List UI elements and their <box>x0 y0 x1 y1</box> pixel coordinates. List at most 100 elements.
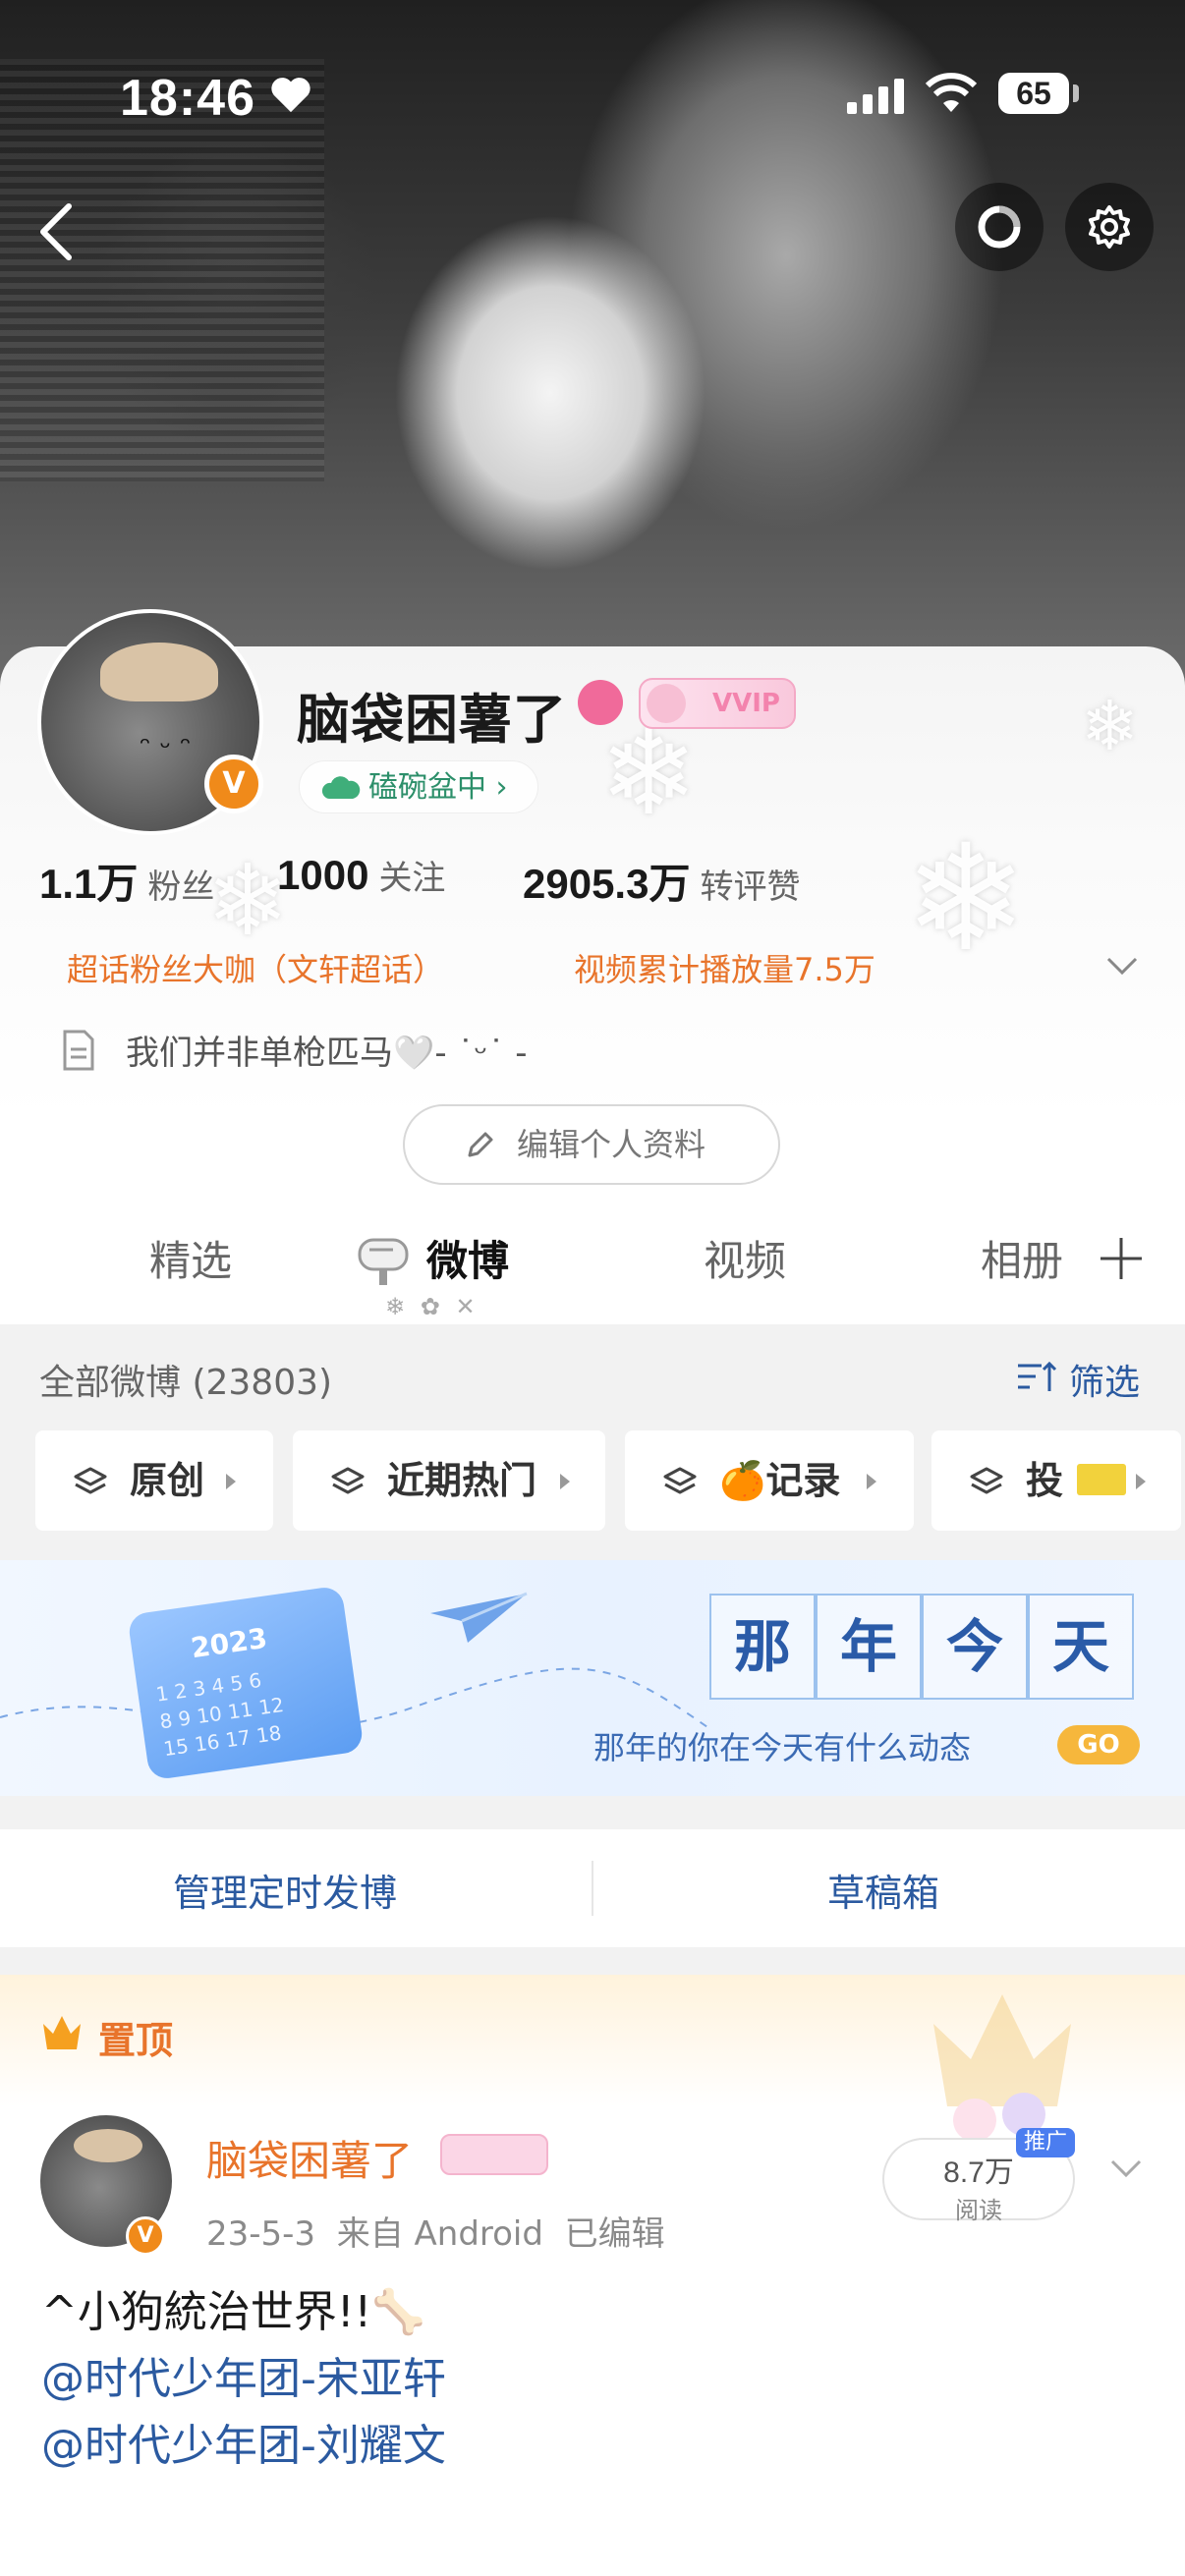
chevron-right-icon: › <box>495 770 508 805</box>
filter-icon <box>1018 1361 1057 1391</box>
document-icon <box>63 1030 94 1071</box>
mention-link[interactable]: @时代少年团-宋亚轩 <box>41 2346 446 2413</box>
stat-value: 2905.3万 <box>523 861 691 907</box>
banner-subtitle: 那年的你在今天有什么动态 <box>593 1729 972 1766</box>
promote-tag[interactable]: 推广 <box>1016 2128 1076 2157</box>
mention-link[interactable]: @时代少年团-刘耀文 <box>41 2413 446 2480</box>
battery-cap <box>1073 84 1079 102</box>
go-button[interactable]: GO <box>1057 1725 1140 1764</box>
tab-featured[interactable]: 精选 <box>149 1228 232 1288</box>
filter-button[interactable]: 筛选 <box>1016 1354 1140 1405</box>
post-date: 23-5-3 <box>206 2214 316 2254</box>
tab-video[interactable]: 视频 <box>704 1228 786 1288</box>
mailbox-icon <box>358 1238 409 1285</box>
chevron-down-icon[interactable] <box>1104 955 1140 977</box>
bear-icon <box>647 684 686 723</box>
stat-reposts-comments-likes[interactable]: 2905.3万 转评赞 <box>523 851 800 911</box>
layers-icon <box>970 1467 1003 1494</box>
banner-title-char: 年 <box>816 1594 922 1700</box>
loading-ring-icon <box>978 205 1021 249</box>
caret-right-icon <box>867 1474 876 1489</box>
bio-text: 我们并非单枪匹马🤍- ˙ᵕ˙ - <box>126 1034 528 1073</box>
caret-right-icon <box>1136 1474 1146 1489</box>
avatar-hat-decor <box>74 2129 142 2162</box>
banner-title-char: 今 <box>922 1594 1028 1700</box>
chip-record[interactable]: 🍊记录 <box>625 1430 914 1531</box>
divider <box>592 1861 593 1916</box>
avatar-hat-decor <box>100 643 218 701</box>
chip-label: 投 <box>1026 1459 1064 1502</box>
stat-followers[interactable]: 1.1万 粉丝 <box>39 851 214 911</box>
chip-label: 近期热门 <box>387 1459 537 1502</box>
chip-label: 原创 <box>130 1459 205 1502</box>
calendar-year: 2023 <box>189 1621 270 1665</box>
status-chip[interactable]: 磕碗盆中 › <box>299 760 538 813</box>
all-posts-count: 全部微博 (23803) <box>39 1363 333 1403</box>
banner-title: 那 年 今 天 <box>709 1594 1138 1700</box>
sticker-dot <box>953 2099 996 2142</box>
post-edited: 已编辑 <box>564 2214 665 2254</box>
vip-badge-icon <box>440 2134 548 2175</box>
stat-following[interactable]: 1000 关注 <box>277 851 445 899</box>
layers-icon <box>331 1467 365 1494</box>
verified-badge-icon: V <box>204 755 263 813</box>
banner-title-char: 那 <box>709 1594 816 1700</box>
chip-label: 🍊记录 <box>719 1459 841 1502</box>
read-label: 阅读 <box>955 2197 1002 2224</box>
signal-icon <box>847 79 904 114</box>
ticket-sticker-decor <box>1077 1464 1126 1495</box>
snowflake-decor: ❄ <box>1081 686 1139 766</box>
banner-title-char: 天 <box>1028 1594 1134 1700</box>
post-text-line: ^小狗統治世界!!🦴 <box>41 2287 425 2337</box>
video-plays-link[interactable]: 视频累计播放量7.5万 <box>574 945 875 990</box>
calendar-grid-decor: 1 2 3 4 5 68 9 10 11 12 15 16 17 18 <box>154 1667 286 1762</box>
tab-album[interactable]: 相册 <box>981 1228 1063 1288</box>
scheduled-posts-button[interactable]: 管理定时发博 <box>173 1863 397 1917</box>
vip-badge[interactable]: VVIP <box>639 678 796 729</box>
post-author-name[interactable]: 脑袋困薯了 <box>206 2128 413 2188</box>
super-topic-link[interactable]: 超话粉丝大咖（文轩超话） <box>67 945 444 990</box>
layers-icon <box>663 1467 697 1494</box>
tab-weibo[interactable]: 微博 <box>426 1228 509 1288</box>
battery-indicator: 65 <box>998 73 1069 114</box>
profile-username: 脑袋困薯了 <box>297 689 567 751</box>
wifi-icon <box>925 73 978 112</box>
caret-right-icon <box>226 1474 236 1489</box>
profile-avatar-wrapper[interactable]: ᵔ ᵕ ᵔ V <box>37 588 273 835</box>
status-chip-label: 磕碗盆中 <box>368 770 486 805</box>
post-actions-row: 管理定时发博 草稿箱 <box>0 1829 1185 1947</box>
plus-icon[interactable] <box>1099 1236 1144 1281</box>
on-this-day-banner[interactable]: 2023 1 2 3 4 5 68 9 10 11 12 15 16 17 18 … <box>0 1560 1185 1796</box>
status-time: 18:46 <box>120 70 255 127</box>
stat-label: 关注 <box>378 859 446 898</box>
back-arrow-icon[interactable] <box>26 193 85 271</box>
profile-tabs: 精选 微博 ❄ ✿ ✕ 视频 相册 <box>0 1199 1185 1324</box>
edit-profile-label: 编辑个人资料 <box>516 1126 705 1163</box>
drafts-button[interactable]: 草稿箱 <box>827 1863 939 1917</box>
gear-icon <box>1089 205 1130 249</box>
verified-badge-icon: V <box>126 2216 165 2256</box>
snowflake-decor: ❄ <box>904 813 1028 984</box>
stat-label: 转评赞 <box>700 868 801 907</box>
chip-original[interactable]: 原创 <box>35 1430 273 1531</box>
vip-badge-label: VVIP <box>712 689 780 718</box>
refresh-button[interactable] <box>955 183 1044 271</box>
avatar-face-decor: ᵔ ᵕ ᵔ <box>140 731 192 763</box>
paper-plane-icon <box>430 1592 528 1643</box>
pinned-post[interactable]: 置顶 V 脑袋困薯了 23-5-3 来自 Android 已编辑 8.7万 阅读… <box>0 1975 1185 2576</box>
layers-icon <box>74 1467 107 1494</box>
cloud-icon <box>321 776 361 799</box>
chevron-down-icon[interactable] <box>1108 2157 1144 2179</box>
stat-value: 1000 <box>277 852 369 898</box>
heart-icon <box>271 78 310 113</box>
post-source: 来自 Android <box>336 2214 543 2254</box>
crown-icon <box>43 2016 81 2049</box>
post-body: ^小狗統治世界!!🦴 @时代少年团-宋亚轩 @时代少年团-刘耀文 <box>41 2279 446 2480</box>
caret-right-icon <box>560 1474 570 1489</box>
calendar-icon: 2023 1 2 3 4 5 68 9 10 11 12 15 16 17 18 <box>127 1585 365 1781</box>
settings-button[interactable] <box>1065 183 1154 271</box>
search-badge-icon[interactable] <box>578 680 623 725</box>
chip-recent-hot[interactable]: 近期热门 <box>293 1430 605 1531</box>
edit-profile-button[interactable]: 编辑个人资料 <box>403 1104 780 1185</box>
chip-vote[interactable]: 投 <box>931 1430 1181 1531</box>
